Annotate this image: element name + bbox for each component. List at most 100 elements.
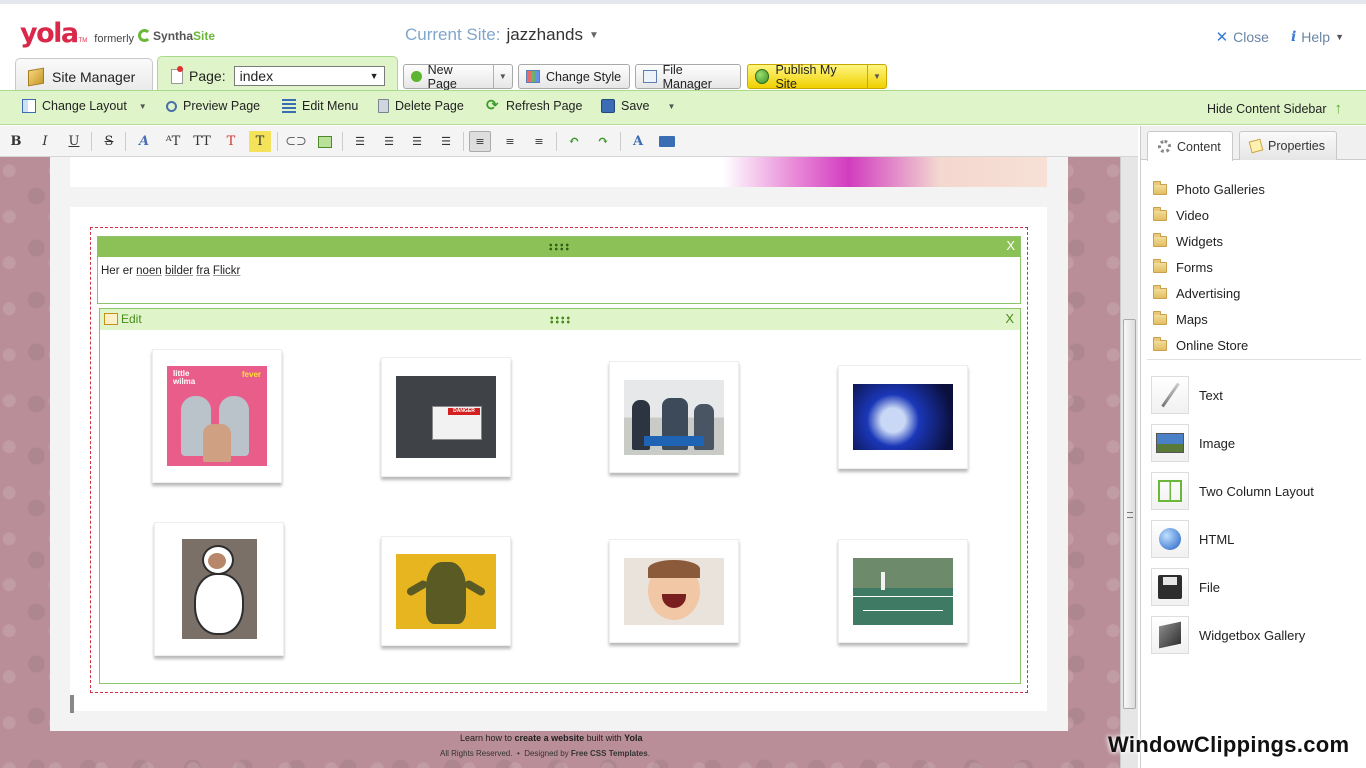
text-widget-content[interactable]: Her er noen bilder fra Flickr	[98, 257, 1020, 285]
numbered-list-icon[interactable]: ☰	[349, 131, 371, 152]
gallery-photo[interactable]	[609, 361, 739, 473]
banner-image	[687, 157, 1047, 187]
folder-advertising[interactable]: Advertising	[1153, 280, 1359, 306]
folder-label: Widgets	[1176, 233, 1223, 249]
current-site-selector[interactable]: Current Site: jazzhands ▼	[405, 25, 599, 45]
photo-gallery-widget[interactable]: Edit X little wilma fever DANGER	[99, 308, 1021, 684]
publish-button[interactable]: Publish My Site ▼	[747, 63, 887, 91]
element-two-column-layout[interactable]: Two Column Layout	[1151, 467, 1361, 515]
drag-grip-icon[interactable]	[549, 316, 571, 324]
html-source-icon[interactable]	[656, 131, 678, 152]
edit-menu-button[interactable]: Edit Menu	[282, 99, 358, 113]
file-manager-button[interactable]: File Manager	[635, 62, 741, 91]
scrollbar-thumb[interactable]	[1123, 319, 1136, 709]
element-image[interactable]: Image	[1151, 419, 1361, 467]
element-html[interactable]: HTML	[1151, 515, 1361, 563]
element-widgetbox-gallery[interactable]: Widgetbox Gallery	[1151, 611, 1361, 659]
refresh-icon: ⟳	[486, 97, 499, 114]
insert-image-icon[interactable]	[314, 131, 336, 152]
file-manager-label: File Manager	[662, 62, 712, 91]
bold-button[interactable]: B	[5, 131, 27, 152]
gallery-photo[interactable]	[154, 522, 284, 656]
tab-properties[interactable]: Properties	[1239, 131, 1337, 160]
delete-page-button[interactable]: Delete Page	[378, 99, 464, 113]
folder-forms[interactable]: Forms	[1153, 254, 1359, 280]
new-page-dropdown[interactable]: ▼	[492, 65, 512, 88]
folder-video[interactable]: Video	[1153, 202, 1359, 228]
footer-link-create-website[interactable]: create a website	[515, 733, 585, 743]
font-size-decrease-icon[interactable]: TT	[191, 131, 213, 152]
bulleted-list-icon[interactable]: ☰	[378, 131, 400, 152]
align-left-icon[interactable]: ≡	[469, 131, 491, 152]
text-widget-drag-handle[interactable]: X	[98, 237, 1020, 257]
folder-widgets[interactable]: Widgets	[1153, 228, 1359, 254]
tab-content[interactable]: Content	[1147, 131, 1233, 161]
folder-online-store[interactable]: Online Store	[1153, 332, 1359, 358]
link-icon[interactable]: ⊂⊃	[285, 131, 307, 152]
format-toolbar: B I U S A ᴬT TT T T ⊂⊃ ☰ ☰ ☰ ☰ ≡ ≡ ≡ ↶ ↷…	[0, 126, 1138, 157]
refresh-page-button[interactable]: ⟳ Refresh Page	[486, 97, 582, 114]
chevron-down-icon: ▼	[589, 29, 599, 41]
gallery-photo[interactable]: DANGER	[381, 357, 511, 477]
new-page-button[interactable]: New Page ▼	[403, 63, 513, 91]
gallery-edit-button[interactable]: Edit	[104, 312, 142, 326]
html-globe-icon	[1151, 520, 1189, 558]
footer-link-yola[interactable]: Yola	[624, 733, 642, 743]
save-button[interactable]: Save ▼	[601, 99, 675, 113]
file-manager-icon	[643, 70, 657, 83]
album-title-3: fever	[241, 370, 261, 379]
gallery-photo[interactable]	[609, 539, 739, 643]
publish-dropdown[interactable]: ▼	[866, 65, 886, 88]
close-link[interactable]: ✕ Close	[1216, 28, 1269, 46]
page-icon	[171, 65, 183, 84]
folder-maps[interactable]: Maps	[1153, 306, 1359, 332]
folder-icon	[1153, 180, 1167, 195]
align-center-icon[interactable]: ≡	[499, 131, 521, 152]
redo-icon[interactable]: ↷	[592, 131, 614, 152]
vertical-scrollbar[interactable]	[1120, 157, 1138, 768]
change-layout-button[interactable]: Change Layout ▼	[22, 99, 147, 113]
drag-grip-icon[interactable]	[548, 243, 570, 251]
header-banner	[70, 157, 1047, 187]
help-menu[interactable]: i Help ▼	[1291, 28, 1344, 46]
chevron-down-icon: ▼	[138, 101, 147, 111]
element-text[interactable]: Text	[1151, 371, 1361, 419]
text-color-icon[interactable]: T	[220, 131, 242, 152]
footer-text: Designed by	[524, 749, 571, 758]
strikethrough-button[interactable]: S	[98, 131, 120, 152]
text-widget-close-button[interactable]: X	[1006, 238, 1015, 253]
undo-icon[interactable]: ↶	[563, 131, 585, 152]
gallery-widget-drag-handle[interactable]: Edit X	[100, 309, 1020, 330]
font-style-icon[interactable]: A	[133, 131, 155, 152]
highlight-icon[interactable]: T	[249, 131, 271, 152]
floppy-icon	[601, 99, 615, 113]
tab-site-manager[interactable]: Site Manager	[15, 58, 153, 94]
gallery-close-button[interactable]: X	[1005, 311, 1014, 326]
toolbar-separator	[125, 132, 126, 151]
hide-content-sidebar-button[interactable]: Hide Content Sidebar ↑	[1207, 100, 1342, 117]
spellcheck-icon[interactable]: A	[627, 131, 649, 152]
folder-photo-galleries[interactable]: Photo Galleries	[1153, 176, 1359, 202]
gallery-photo[interactable]	[838, 365, 968, 469]
footer-link-free-css-templates[interactable]: Free CSS Templates	[571, 749, 648, 758]
change-style-button[interactable]: Change Style	[518, 64, 630, 89]
layout-icon	[22, 99, 36, 113]
gallery-photo[interactable]: little wilma fever	[152, 349, 282, 483]
current-site-label: Current Site:	[405, 25, 501, 44]
align-right-icon[interactable]: ≡	[528, 131, 550, 152]
gallery-photo[interactable]	[381, 536, 511, 646]
underline-button[interactable]: U	[63, 131, 85, 152]
italic-button[interactable]: I	[34, 131, 56, 152]
gallery-photo[interactable]	[838, 539, 968, 643]
element-file[interactable]: File	[1151, 563, 1361, 611]
indent-icon[interactable]: ☰	[435, 131, 457, 152]
page-action-bar: Change Layout ▼ Preview Page Edit Menu D…	[0, 90, 1366, 125]
menu-icon	[282, 99, 296, 113]
preview-page-button[interactable]: Preview Page	[166, 99, 260, 113]
resize-handle[interactable]	[70, 695, 74, 713]
font-size-increase-icon[interactable]: ᴬT	[162, 131, 184, 152]
outdent-icon[interactable]: ☰	[406, 131, 428, 152]
text-widget[interactable]: X Her er noen bilder fra Flickr	[97, 236, 1021, 304]
page-select[interactable]: index ▼	[233, 66, 385, 86]
synthasite-icon	[138, 29, 152, 42]
